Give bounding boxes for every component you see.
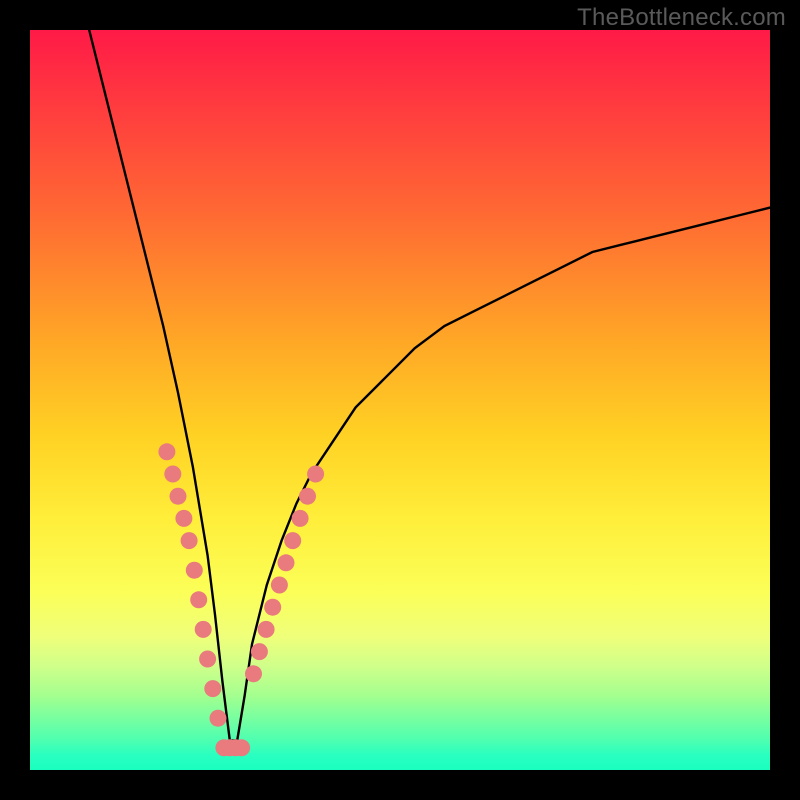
watermark-text: TheBottleneck.com [577, 4, 786, 32]
marker-dot [158, 443, 175, 460]
marker-dot [175, 510, 192, 527]
marker-dot [292, 510, 309, 527]
marker-dot [195, 621, 212, 638]
plot-area [30, 30, 770, 770]
marker-dot [307, 466, 324, 483]
marker-dot [190, 591, 207, 608]
marker-dot [264, 599, 281, 616]
marker-dot [186, 562, 203, 579]
marker-dot [170, 488, 187, 505]
marker-dot [299, 488, 316, 505]
marker-dot [164, 466, 181, 483]
marker-dot [204, 680, 221, 697]
marker-dot [199, 651, 216, 668]
marker-dot [233, 739, 250, 756]
marker-dot [245, 665, 262, 682]
marker-dot [210, 710, 227, 727]
bottleneck-curve [89, 30, 770, 740]
marker-dot [271, 577, 288, 594]
marker-dot [181, 532, 198, 549]
marker-dot [251, 643, 268, 660]
chart-svg [30, 30, 770, 770]
marker-dot [284, 532, 301, 549]
marker-dot [258, 621, 275, 638]
marker-dot [278, 554, 295, 571]
outer-frame: TheBottleneck.com [0, 0, 800, 800]
